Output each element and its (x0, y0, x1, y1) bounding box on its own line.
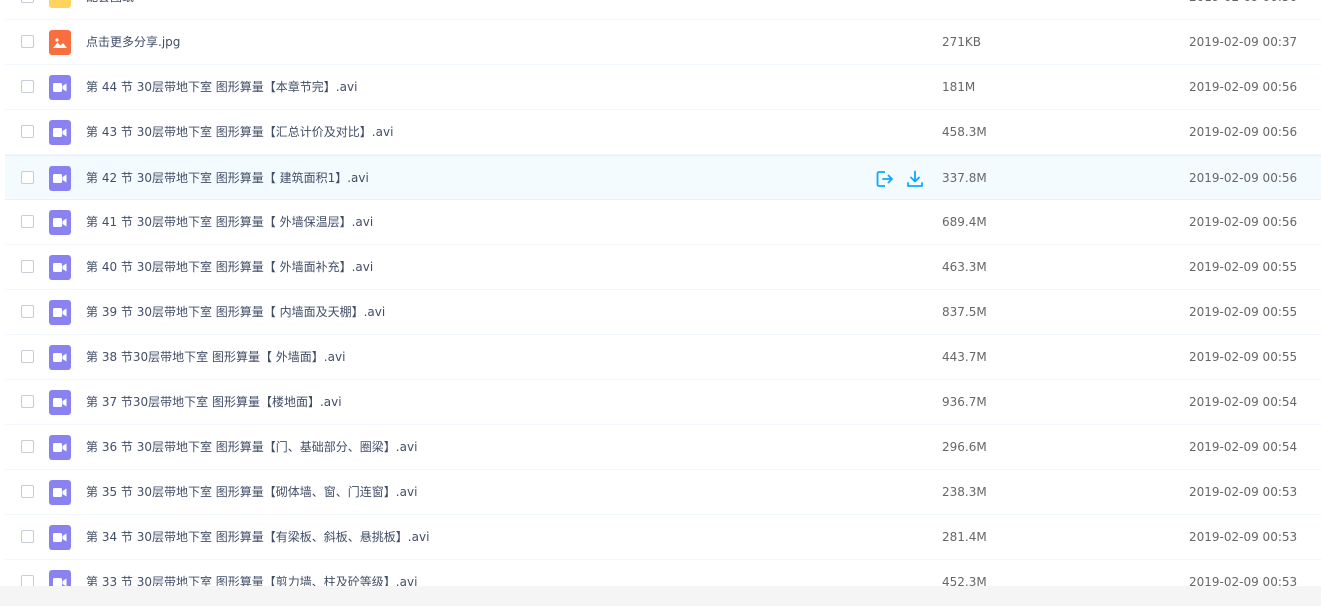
row-checkbox[interactable] (21, 260, 34, 273)
file-size: 936.7M (942, 395, 987, 409)
file-row[interactable]: 第 40 节 30层带地下室 图形算量【 外墙面补充】.avi 463.3M 201… (5, 245, 1321, 290)
row-checkbox[interactable] (21, 485, 34, 498)
video-file-icon (49, 345, 71, 370)
file-row[interactable]: 第 36 节 30层带地下室 图形算量【门、基础部分、圈梁】.avi 296.6M… (5, 425, 1321, 470)
row-checkbox[interactable] (21, 530, 34, 543)
file-name[interactable]: 第 38 节30层带地下室 图形算量【 外墙面】.avi (86, 335, 345, 380)
file-size: 238.3M (942, 485, 987, 499)
video-file-icon (49, 300, 71, 325)
video-file-icon (49, 75, 71, 100)
row-checkbox[interactable] (21, 35, 34, 48)
file-date: 2019-02-09 00:55 (1189, 305, 1298, 319)
file-size: 337.8M (942, 171, 987, 185)
row-checkbox[interactable] (21, 80, 34, 93)
row-checkbox[interactable] (21, 215, 34, 228)
video-file-icon (49, 166, 71, 191)
video-file-icon (49, 525, 71, 550)
file-date: 2019-02-09 00:56 (1189, 171, 1298, 185)
file-name[interactable]: 点击更多分享.jpg (86, 20, 180, 65)
file-size: 296.6M (942, 440, 987, 454)
row-checkbox[interactable] (21, 350, 34, 363)
file-row[interactable]: 第 38 节30层带地下室 图形算量【 外墙面】.avi 443.7M 2019-0… (5, 335, 1321, 380)
row-checkbox[interactable] (21, 171, 34, 184)
file-date: 2019-02-09 00:53 (1189, 485, 1298, 499)
image-file-icon (49, 30, 71, 55)
file-name[interactable]: 第 35 节 30层带地下室 图形算量【砌体墙、窗、门连窗】.avi (86, 470, 417, 515)
file-date: 2019-02-09 00:54 (1189, 395, 1298, 409)
bottom-scrollbar-area[interactable] (0, 586, 1321, 606)
share-icon[interactable] (875, 169, 895, 189)
file-size: 271KB (942, 35, 982, 49)
video-file-icon (49, 435, 71, 460)
file-size: 689.4M (942, 215, 987, 229)
file-size: 281.4M (942, 530, 987, 544)
file-list: 配套图纸 2019-02-09 00:56 点击更多分享.jpg 271KB 2019-… (5, 0, 1321, 605)
file-date: 2019-02-09 00:53 (1189, 530, 1298, 544)
file-size: 181M (942, 80, 976, 94)
file-row[interactable]: 第 37 节30层带地下室 图形算量【楼地面】.avi 936.7M 2019-02… (5, 380, 1321, 425)
file-date: 2019-02-09 00:56 (1189, 80, 1298, 94)
file-date: 2019-02-09 00:56 (1189, 0, 1297, 20)
file-row[interactable]: 第 44 节 30层带地下室 图形算量【本章节完】.avi 181M 2019-02… (5, 65, 1321, 110)
video-file-icon (49, 390, 71, 415)
file-name[interactable]: 第 36 节 30层带地下室 图形算量【门、基础部分、圈梁】.avi (86, 425, 417, 470)
row-checkbox[interactable] (21, 395, 34, 408)
file-date: 2019-02-09 00:55 (1189, 260, 1298, 274)
file-name[interactable]: 第 44 节 30层带地下室 图形算量【本章节完】.avi (86, 65, 357, 110)
file-row[interactable]: 第 34 节 30层带地下室 图形算量【有梁板、斜板、悬挑板】.avi 281.4… (5, 515, 1321, 560)
file-date: 2019-02-09 00:37 (1189, 35, 1298, 49)
row-actions (875, 169, 935, 189)
file-size: 458.3M (942, 125, 987, 139)
file-name[interactable]: 配套图纸 (86, 0, 134, 20)
download-icon[interactable] (905, 169, 925, 189)
file-size: 443.7M (942, 350, 987, 364)
folder-icon (49, 0, 71, 8)
file-row[interactable]: 第 39 节 30层带地下室 图形算量【 内墙面及天棚】.avi 837.5M 20… (5, 290, 1321, 335)
row-checkbox[interactable] (21, 125, 34, 138)
row-checkbox[interactable] (21, 0, 34, 3)
video-file-icon (49, 210, 71, 235)
video-file-icon (49, 120, 71, 145)
row-checkbox[interactable] (21, 305, 34, 318)
file-size: 463.3M (942, 260, 987, 274)
video-file-icon (49, 255, 71, 280)
file-name[interactable]: 第 39 节 30层带地下室 图形算量【 内墙面及天棚】.avi (86, 290, 385, 335)
file-date: 2019-02-09 00:56 (1189, 125, 1298, 139)
file-row[interactable]: 第 35 节 30层带地下室 图形算量【砌体墙、窗、门连窗】.avi 238.3M… (5, 470, 1321, 515)
file-row[interactable]: 第 41 节 30层带地下室 图形算量【 外墙保温层】.avi 689.4M 201… (5, 200, 1321, 245)
file-date: 2019-02-09 00:56 (1189, 215, 1298, 229)
file-size: 837.5M (942, 305, 987, 319)
file-row[interactable]: 点击更多分享.jpg 271KB 2019-02-09 00:37 (5, 20, 1321, 65)
file-name[interactable]: 第 40 节 30层带地下室 图形算量【 外墙面补充】.avi (86, 245, 373, 290)
file-name[interactable]: 第 43 节 30层带地下室 图形算量【汇总计价及对比】.avi (86, 110, 393, 155)
file-name[interactable]: 第 37 节30层带地下室 图形算量【楼地面】.avi (86, 380, 342, 425)
file-name[interactable]: 第 42 节 30层带地下室 图形算量【 建筑面积1】.avi (86, 156, 369, 201)
file-name[interactable]: 第 41 节 30层带地下室 图形算量【 外墙保温层】.avi (86, 200, 373, 245)
file-date: 2019-02-09 00:54 (1189, 440, 1298, 454)
video-file-icon (49, 480, 71, 505)
file-name[interactable]: 第 34 节 30层带地下室 图形算量【有梁板、斜板、悬挑板】.avi (86, 515, 429, 560)
file-row[interactable]: 配套图纸 2019-02-09 00:56 (5, 0, 1321, 20)
file-row[interactable]: 第 42 节 30层带地下室 图形算量【 建筑面积1】.avi 337.8M 201… (5, 155, 1321, 200)
file-row[interactable]: 第 43 节 30层带地下室 图形算量【汇总计价及对比】.avi 458.3M 20… (5, 110, 1321, 155)
file-date: 2019-02-09 00:55 (1189, 350, 1298, 364)
row-checkbox[interactable] (21, 440, 34, 453)
